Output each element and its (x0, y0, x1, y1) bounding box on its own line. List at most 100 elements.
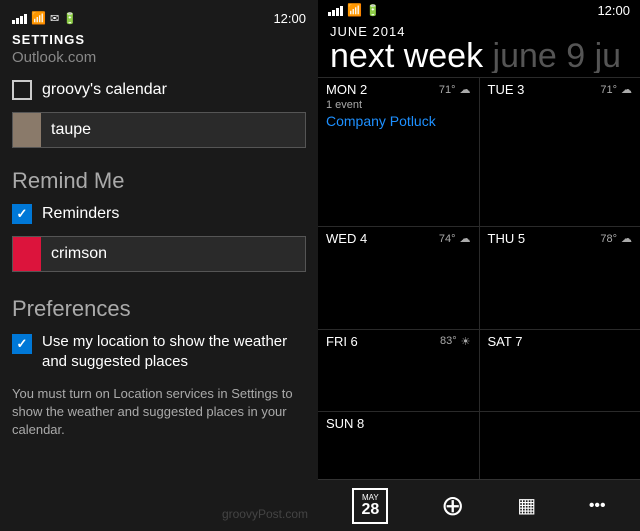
day-header-thu5: THU 5 78° ☁ (488, 231, 633, 246)
signal-icon (12, 12, 27, 24)
calendar-checkbox[interactable] (12, 80, 32, 100)
crimson-color-row[interactable]: crimson (12, 236, 306, 272)
day-meta-tue3: 71° ☁ (600, 83, 632, 96)
week-label: next week june 9 ju (330, 39, 628, 73)
outlook-label: Outlook.com (12, 49, 306, 66)
day-cell-empty (480, 412, 640, 479)
right-clock: 12:00 (597, 3, 630, 18)
month-year: JUNE 2014 (330, 24, 628, 39)
temp-fri6: 83° (440, 335, 457, 347)
settings-title: SETTINGS (12, 32, 306, 47)
day-cell-fri6[interactable]: FRI 6 83° ☀ (318, 330, 480, 411)
reminders-label: Reminders (42, 205, 119, 223)
day-name-fri6: FRI 6 (326, 334, 358, 349)
calendar-checkbox-label: groovy's calendar (42, 81, 167, 99)
day-name-wed4: WED 4 (326, 231, 367, 246)
watermark: groovyPost.com (222, 507, 308, 521)
more-icon: ••• (589, 498, 606, 514)
calendar-date-button[interactable]: May 28 (344, 484, 396, 528)
day-cell-sat7[interactable]: SAT 7 (480, 330, 640, 411)
day-meta-wed4: 74° ☁ (439, 232, 471, 245)
taupe-color-row[interactable]: taupe (12, 112, 306, 148)
day-header-tue3: TUE 3 71° ☁ (488, 82, 633, 97)
temp-mon2: 71° (439, 84, 456, 96)
location-label: Use my location to show the weather and … (42, 332, 306, 371)
cloud-icon-thu5: ☁ (621, 232, 632, 245)
day-meta-fri6: 83° ☀ (440, 335, 471, 348)
status-bar-right: 📶 🔋 12:00 (318, 0, 640, 20)
calendar-checkbox-row[interactable]: groovy's calendar (12, 80, 306, 100)
crimson-swatch (13, 237, 41, 271)
taupe-label: taupe (41, 121, 91, 139)
day-cell-tue3[interactable]: TUE 3 71° ☁ (480, 78, 640, 226)
day-name-thu5: THU 5 (488, 231, 526, 246)
clock: 12:00 (273, 11, 306, 26)
temp-wed4: 74° (439, 233, 456, 245)
signal-area: 📶 ✉ 🔋 (12, 11, 77, 25)
reminders-checkbox[interactable] (12, 204, 32, 224)
day-header-fri6: FRI 6 83° ☀ (326, 334, 471, 349)
signal-bar-2 (16, 18, 19, 24)
day-meta-mon2: 71° ☁ (439, 83, 471, 96)
day-name-sun8: SUN 8 (326, 416, 364, 431)
calendar-panel: 📶 🔋 12:00 JUNE 2014 next week june 9 ju … (318, 0, 640, 531)
right-signal-area: 📶 🔋 (328, 3, 380, 17)
time-display: 12:00 (273, 11, 306, 26)
calendar-header: JUNE 2014 next week june 9 ju (318, 20, 640, 77)
day-header-mon2: MON 2 71° ☁ (326, 82, 471, 97)
week-row-4: SUN 8 (318, 411, 640, 479)
taupe-swatch (13, 113, 41, 147)
day-cell-sun8[interactable]: SUN 8 (318, 412, 480, 479)
add-icon: ⊕ (441, 492, 464, 520)
grid-icon: ▦ (517, 496, 536, 516)
more-options-button[interactable]: ••• (581, 494, 614, 518)
add-event-button[interactable]: ⊕ (433, 488, 472, 524)
signal-bar-4 (24, 14, 27, 24)
date-label: june 9 ju (493, 39, 622, 73)
day-cell-thu5[interactable]: THU 5 78° ☁ (480, 227, 640, 328)
cloud-icon-tue3: ☁ (621, 83, 632, 96)
event-count-mon2: 1 event (326, 99, 471, 111)
week-row-2: WED 4 74° ☁ THU 5 78° ☁ (318, 226, 640, 328)
day-name-tue3: TUE 3 (488, 82, 525, 97)
settings-panel: 📶 ✉ 🔋 12:00 SETTINGS Outlook.com groovy'… (0, 0, 318, 531)
bottom-toolbar: May 28 ⊕ ▦ ••• (318, 479, 640, 531)
sun-icon-fri6: ☀ (461, 335, 471, 348)
cloud-icon-mon2: ☁ (460, 83, 471, 96)
day-cell-wed4[interactable]: WED 4 74° ☁ (318, 227, 480, 328)
reminders-checkbox-row[interactable]: Reminders (12, 204, 306, 224)
day-cell-mon2[interactable]: MON 2 71° ☁ 1 event Company Potluck (318, 78, 480, 226)
day-header-sat7: SAT 7 (488, 334, 633, 349)
right-wifi-icon: 📶 (347, 3, 362, 17)
calendar-grid: MON 2 71° ☁ 1 event Company Potluck TUE … (318, 77, 640, 479)
temp-thu5: 78° (600, 233, 617, 245)
grid-view-button[interactable]: ▦ (509, 492, 544, 520)
day-header-sun8: SUN 8 (326, 416, 471, 431)
remind-me-title: Remind Me (12, 168, 306, 194)
day-name-sat7: SAT 7 (488, 334, 523, 349)
right-signal-icon (328, 4, 343, 16)
temp-tue3: 71° (600, 84, 617, 96)
week-label-text: next week (330, 39, 483, 73)
location-note: You must turn on Location services in Se… (12, 385, 306, 440)
cloud-icon-wed4: ☁ (460, 232, 471, 245)
day-meta-thu5: 78° ☁ (600, 232, 632, 245)
crimson-label: crimson (41, 245, 107, 263)
week-row-1: MON 2 71° ☁ 1 event Company Potluck TUE … (318, 77, 640, 226)
preferences-title: Preferences (12, 296, 306, 322)
location-checkbox[interactable] (12, 334, 32, 354)
event-company-potluck[interactable]: Company Potluck (326, 113, 471, 129)
right-battery-icon: 🔋 (366, 4, 380, 17)
signal-bar-1 (12, 20, 15, 24)
badge-day: 28 (361, 502, 379, 518)
calendar-badge[interactable]: May 28 (352, 488, 388, 524)
location-checkbox-row[interactable]: Use my location to show the weather and … (12, 332, 306, 371)
day-header-wed4: WED 4 74° ☁ (326, 231, 471, 246)
status-bar-left: 📶 ✉ 🔋 12:00 (12, 8, 306, 28)
signal-bar-3 (20, 16, 23, 24)
message-icon: ✉ (50, 12, 59, 25)
battery-icon: 🔋 (63, 12, 77, 25)
week-row-3: FRI 6 83° ☀ SAT 7 (318, 329, 640, 411)
day-name-mon2: MON 2 (326, 82, 367, 97)
wifi-icon: 📶 (31, 11, 46, 25)
